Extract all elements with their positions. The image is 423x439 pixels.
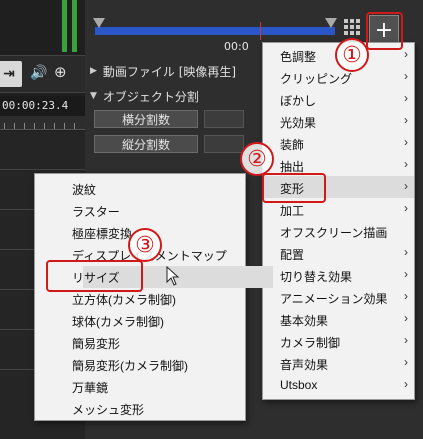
chevron-right-icon: › [404, 91, 408, 105]
chevron-right-icon: › [404, 201, 408, 215]
timecode-row: 00:00:23.4 [0, 96, 85, 116]
chevron-right-icon: › [404, 289, 408, 303]
chevron-right-icon: › [404, 69, 408, 83]
menu-item-blur[interactable]: ぼかし › [263, 88, 414, 110]
chevron-right-icon: › [404, 311, 408, 325]
annotation-box-transform [262, 173, 326, 203]
expand-triangle-icon: ▶ [90, 66, 97, 76]
frame-range-slider[interactable] [93, 18, 337, 42]
slider-start-handle[interactable] [93, 18, 105, 28]
submenu-item-raster[interactable]: ラスター [35, 199, 245, 221]
menu-item-camera-control[interactable]: カメラ制御 › [263, 330, 414, 352]
slider-cursor [260, 22, 261, 40]
zoom-icon[interactable]: ⊕ [54, 63, 67, 81]
horizontal-split-button[interactable]: 横分割数 [94, 110, 198, 128]
menu-item-utsbox[interactable]: Utsbox › [263, 374, 414, 396]
annotation-box-resize [46, 260, 143, 292]
submenu-item-simple-transform-camera[interactable]: 簡易変形(カメラ制御) [35, 353, 245, 375]
submenu-item-kaleidoscope[interactable]: 万華鏡 [35, 375, 245, 397]
chevron-right-icon: › [404, 377, 408, 391]
skip-to-end-button[interactable]: ⇥ [0, 61, 22, 87]
playback-toolbar: ⇥ 🔊 ⊕ [0, 55, 85, 93]
submenu-item-sphere-camera[interactable]: 球体(カメラ制御) [35, 309, 245, 331]
submenu-item-mesh-transform[interactable]: メッシュ変形 [35, 397, 245, 419]
chevron-right-icon: › [404, 179, 408, 193]
section-object-split[interactable]: ▼ オブジェクト分割 [90, 86, 250, 106]
vertical-split-button[interactable]: 縦分割数 [94, 135, 198, 153]
annotation-step-2: ② [240, 142, 274, 176]
submenu-item-simple-transform[interactable]: 簡易変形 [35, 331, 245, 353]
chevron-right-icon: › [404, 333, 408, 347]
chevron-right-icon: › [404, 245, 408, 259]
vertical-split-slider[interactable] [204, 135, 244, 153]
slider-track [95, 27, 335, 35]
time-ruler[interactable] [0, 116, 85, 130]
submenu-item-ripple[interactable]: 波紋 [35, 177, 245, 199]
section-video-file-label: 動画ファイル [映像再生] [102, 64, 237, 79]
horizontal-split-slider[interactable] [204, 110, 244, 128]
section-video-file[interactable]: ▶ 動画ファイル [映像再生] [90, 61, 250, 81]
slider-end-handle[interactable] [325, 18, 337, 28]
annotation-box-add-button [366, 12, 403, 50]
annotation-step-1: ① [335, 38, 369, 72]
menu-item-animation-effect[interactable]: アニメーション効果 › [263, 286, 414, 308]
chevron-right-icon: › [404, 157, 408, 171]
collapse-triangle-icon: ▼ [90, 91, 97, 101]
chevron-right-icon: › [404, 47, 408, 61]
chevron-right-icon: › [404, 135, 408, 149]
mouse-pointer-icon [166, 266, 180, 286]
menu-item-arrangement[interactable]: 配置 › [263, 242, 414, 264]
menu-item-audio-effect[interactable]: 音声効果 › [263, 352, 414, 374]
chevron-right-icon: › [404, 355, 408, 369]
slider-time-label: 00:0 [224, 40, 249, 53]
audio-level-meter [60, 0, 84, 52]
section-object-split-label: オブジェクト分割 [102, 89, 199, 104]
menu-item-transition-effect[interactable]: 切り替え効果 › [263, 264, 414, 286]
menu-item-decoration[interactable]: 装飾 › [263, 132, 414, 154]
chevron-right-icon: › [404, 113, 408, 127]
chevron-right-icon: › [404, 267, 408, 281]
transform-submenu: 波紋 ラスター 極座標変換 ディスプレイスメントマップ リサイズ 立方体(カメラ… [34, 173, 273, 421]
menu-item-clipping[interactable]: クリッピング › [263, 66, 414, 88]
menu-item-light-effect[interactable]: 光効果 › [263, 110, 414, 132]
menu-item-offscreen-draw[interactable]: オフスクリーン描画 [263, 220, 414, 242]
menu-item-basic-effect[interactable]: 基本効果 › [263, 308, 414, 330]
annotation-step-3: ③ [128, 228, 162, 262]
current-timecode: 00:00:23.4 [2, 99, 69, 112]
filter-category-menu: 色調整 › クリッピング › ぼかし › 光効果 › 装飾 › 抽出 › 変形 › 加工 › オ… [262, 42, 415, 400]
speaker-icon[interactable]: 🔊 [30, 65, 47, 81]
